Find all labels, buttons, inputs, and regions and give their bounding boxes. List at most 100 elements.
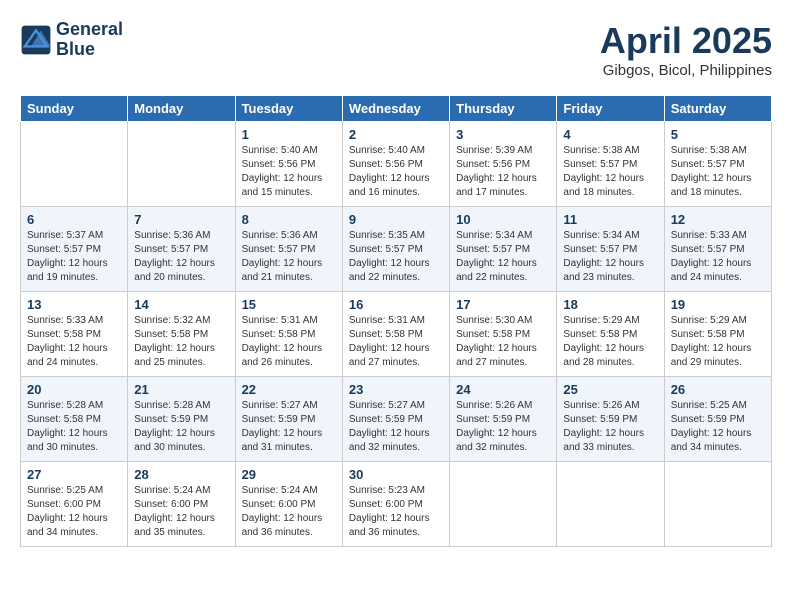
- day-number: 9: [349, 212, 443, 227]
- day-info: Sunrise: 5:27 AMSunset: 5:59 PMDaylight:…: [242, 399, 336, 455]
- day-info: Sunrise: 5:38 AMSunset: 5:57 PMDaylight:…: [563, 144, 657, 200]
- calendar-day: 2Sunrise: 5:40 AMSunset: 5:56 PMDaylight…: [342, 122, 449, 207]
- calendar-day: 26 Sunrise: 5:25 AMSunset: 5:59 PMDayligh…: [664, 377, 771, 462]
- calendar-day: 7 Sunrise: 5:36 AMSunset: 5:57 PMDaylight…: [128, 207, 235, 292]
- day-info: Sunrise: 5:28 AMSunset: 5:58 PMDaylight:…: [27, 399, 121, 455]
- calendar-day: 21 Sunrise: 5:28 AMSunset: 5:59 PMDayligh…: [128, 377, 235, 462]
- day-header: Saturday: [664, 96, 771, 122]
- day-info: Sunrise: 5:30 AMSunset: 5:58 PMDaylight:…: [456, 314, 550, 370]
- calendar-day: 6 Sunrise: 5:37 AMSunset: 5:57 PMDaylight…: [21, 207, 128, 292]
- calendar-day: 24 Sunrise: 5:26 AMSunset: 5:59 PMDayligh…: [450, 377, 557, 462]
- day-number: 16: [349, 297, 443, 312]
- day-info: Sunrise: 5:27 AMSunset: 5:59 PMDaylight:…: [349, 399, 443, 455]
- day-number: 11: [563, 212, 657, 227]
- day-info: Sunrise: 5:35 AMSunset: 5:57 PMDaylight:…: [349, 229, 443, 285]
- day-info: Sunrise: 5:33 AMSunset: 5:58 PMDaylight:…: [27, 314, 121, 370]
- day-info: Sunrise: 5:34 AMSunset: 5:57 PMDaylight:…: [456, 229, 550, 285]
- day-header: Friday: [557, 96, 664, 122]
- day-info: Sunrise: 5:38 AMSunset: 5:57 PMDaylight:…: [671, 144, 765, 200]
- day-info: Sunrise: 5:29 AMSunset: 5:58 PMDaylight:…: [671, 314, 765, 370]
- day-info: Sunrise: 5:31 AMSunset: 5:58 PMDaylight:…: [349, 314, 443, 370]
- day-number: 8: [242, 212, 336, 227]
- day-number: 4: [563, 127, 657, 142]
- page-header: General Blue April 2025 Gibgos, Bicol, P…: [20, 20, 772, 79]
- calendar-day: [21, 122, 128, 207]
- day-number: 19: [671, 297, 765, 312]
- day-info: Sunrise: 5:25 AMSunset: 5:59 PMDaylight:…: [671, 399, 765, 455]
- calendar-table: SundayMondayTuesdayWednesdayThursdayFrid…: [20, 95, 772, 547]
- calendar-day: 29Sunrise: 5:24 AMSunset: 6:00 PMDayligh…: [235, 462, 342, 547]
- day-number: 7: [134, 212, 228, 227]
- calendar-day: 10 Sunrise: 5:34 AMSunset: 5:57 PMDayligh…: [450, 207, 557, 292]
- day-number: 28: [134, 467, 228, 482]
- day-info: Sunrise: 5:26 AMSunset: 5:59 PMDaylight:…: [456, 399, 550, 455]
- day-info: Sunrise: 5:37 AMSunset: 5:57 PMDaylight:…: [27, 229, 121, 285]
- calendar-day: 5 Sunrise: 5:38 AMSunset: 5:57 PMDaylight…: [664, 122, 771, 207]
- day-info: Sunrise: 5:34 AMSunset: 5:57 PMDaylight:…: [563, 229, 657, 285]
- calendar-day: 14 Sunrise: 5:32 AMSunset: 5:58 PMDayligh…: [128, 292, 235, 377]
- day-info: Sunrise: 5:36 AMSunset: 5:57 PMDaylight:…: [134, 229, 228, 285]
- day-number: 6: [27, 212, 121, 227]
- day-info: Sunrise: 5:39 AMSunset: 5:56 PMDaylight:…: [456, 144, 550, 200]
- day-info: Sunrise: 5:40 AMSunset: 5:56 PMDaylight:…: [242, 144, 336, 200]
- day-number: 1: [242, 127, 336, 142]
- title-block: April 2025 Gibgos, Bicol, Philippines: [600, 20, 772, 79]
- calendar-day: 20Sunrise: 5:28 AMSunset: 5:58 PMDayligh…: [21, 377, 128, 462]
- calendar-day: 11 Sunrise: 5:34 AMSunset: 5:57 PMDayligh…: [557, 207, 664, 292]
- day-number: 15: [242, 297, 336, 312]
- day-number: 26: [671, 382, 765, 397]
- day-number: 3: [456, 127, 550, 142]
- calendar-week: 6 Sunrise: 5:37 AMSunset: 5:57 PMDaylight…: [21, 207, 772, 292]
- day-number: 29: [242, 467, 336, 482]
- day-number: 22: [242, 382, 336, 397]
- day-info: Sunrise: 5:28 AMSunset: 5:59 PMDaylight:…: [134, 399, 228, 455]
- day-info: Sunrise: 5:23 AMSunset: 6:00 PMDaylight:…: [349, 484, 443, 540]
- logo-text: General Blue: [56, 20, 123, 60]
- day-info: Sunrise: 5:32 AMSunset: 5:58 PMDaylight:…: [134, 314, 228, 370]
- calendar-week: 27Sunrise: 5:25 AMSunset: 6:00 PMDayligh…: [21, 462, 772, 547]
- calendar-day: [128, 122, 235, 207]
- day-number: 14: [134, 297, 228, 312]
- day-number: 23: [349, 382, 443, 397]
- day-number: 17: [456, 297, 550, 312]
- calendar-day: 8 Sunrise: 5:36 AMSunset: 5:57 PMDaylight…: [235, 207, 342, 292]
- calendar-day: 13 Sunrise: 5:33 AMSunset: 5:58 PMDayligh…: [21, 292, 128, 377]
- calendar-day: 1 Sunrise: 5:40 AMSunset: 5:56 PMDaylight…: [235, 122, 342, 207]
- day-header: Tuesday: [235, 96, 342, 122]
- day-info: Sunrise: 5:24 AMSunset: 6:00 PMDaylight:…: [134, 484, 228, 540]
- calendar-day: 23 Sunrise: 5:27 AMSunset: 5:59 PMDayligh…: [342, 377, 449, 462]
- calendar-day: 17 Sunrise: 5:30 AMSunset: 5:58 PMDayligh…: [450, 292, 557, 377]
- day-info: Sunrise: 5:25 AMSunset: 6:00 PMDaylight:…: [27, 484, 121, 540]
- day-info: Sunrise: 5:40 AMSunset: 5:56 PMDaylight:…: [349, 144, 443, 200]
- day-info: Sunrise: 5:31 AMSunset: 5:58 PMDaylight:…: [242, 314, 336, 370]
- day-number: 5: [671, 127, 765, 142]
- day-info: Sunrise: 5:33 AMSunset: 5:57 PMDaylight:…: [671, 229, 765, 285]
- logo-icon: [20, 24, 52, 56]
- calendar-day: 12Sunrise: 5:33 AMSunset: 5:57 PMDayligh…: [664, 207, 771, 292]
- calendar-day: 16 Sunrise: 5:31 AMSunset: 5:58 PMDayligh…: [342, 292, 449, 377]
- day-header: Wednesday: [342, 96, 449, 122]
- logo: General Blue: [20, 20, 123, 60]
- calendar-day: 25Sunrise: 5:26 AMSunset: 5:59 PMDayligh…: [557, 377, 664, 462]
- day-number: 21: [134, 382, 228, 397]
- day-header: Thursday: [450, 96, 557, 122]
- calendar-day: 18 Sunrise: 5:29 AMSunset: 5:58 PMDayligh…: [557, 292, 664, 377]
- calendar-day: 27Sunrise: 5:25 AMSunset: 6:00 PMDayligh…: [21, 462, 128, 547]
- day-number: 13: [27, 297, 121, 312]
- header-row: SundayMondayTuesdayWednesdayThursdayFrid…: [21, 96, 772, 122]
- calendar-week: 1 Sunrise: 5:40 AMSunset: 5:56 PMDaylight…: [21, 122, 772, 207]
- calendar-week: 20Sunrise: 5:28 AMSunset: 5:58 PMDayligh…: [21, 377, 772, 462]
- calendar-day: 22 Sunrise: 5:27 AMSunset: 5:59 PMDayligh…: [235, 377, 342, 462]
- day-number: 10: [456, 212, 550, 227]
- calendar-subtitle: Gibgos, Bicol, Philippines: [600, 62, 772, 79]
- day-number: 24: [456, 382, 550, 397]
- calendar-day: 19 Sunrise: 5:29 AMSunset: 5:58 PMDayligh…: [664, 292, 771, 377]
- day-number: 18: [563, 297, 657, 312]
- day-header: Monday: [128, 96, 235, 122]
- day-info: Sunrise: 5:29 AMSunset: 5:58 PMDaylight:…: [563, 314, 657, 370]
- day-info: Sunrise: 5:36 AMSunset: 5:57 PMDaylight:…: [242, 229, 336, 285]
- calendar-day: 15 Sunrise: 5:31 AMSunset: 5:58 PMDayligh…: [235, 292, 342, 377]
- calendar-day: 9 Sunrise: 5:35 AMSunset: 5:57 PMDaylight…: [342, 207, 449, 292]
- day-header: Sunday: [21, 96, 128, 122]
- calendar-day: 3 Sunrise: 5:39 AMSunset: 5:56 PMDaylight…: [450, 122, 557, 207]
